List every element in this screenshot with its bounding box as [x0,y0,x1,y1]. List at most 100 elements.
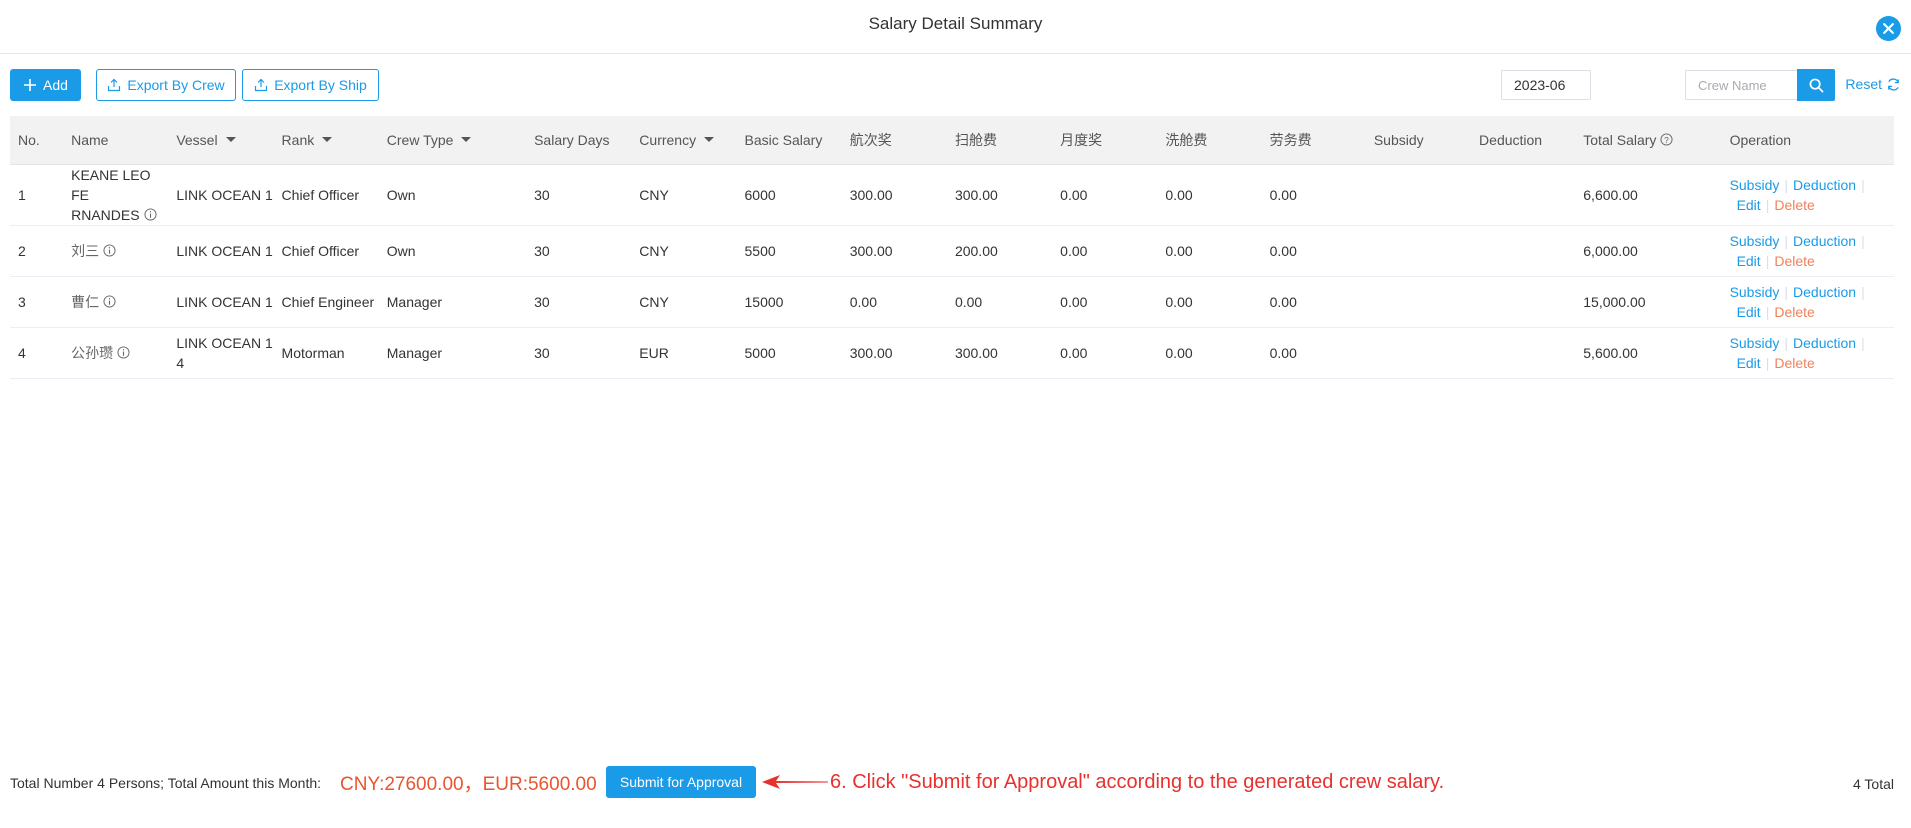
search-button[interactable] [1797,69,1835,101]
salary-table: No. Name Vessel Rank Crew Type Salary Da… [10,116,1894,379]
table-body: 1 KEANE LEO FE RNANDES LINK OCEAN 1 Chief Of… [10,164,1894,379]
submit-for-approval-button[interactable]: Submit for Approval [606,766,756,798]
edit-link[interactable]: Edit [1737,197,1761,213]
header-total-salary: Total Salary? [1575,116,1722,165]
subsidy-link[interactable]: Subsidy [1730,335,1780,351]
delete-link[interactable]: Delete [1774,197,1814,213]
header-operation: Operation [1721,116,1894,165]
separator: | [1861,283,1865,300]
delete-link[interactable]: Delete [1774,304,1814,320]
cell-name: 曹仁 [63,276,169,328]
deduction-link[interactable]: Deduction [1793,177,1856,193]
month-picker[interactable] [1501,70,1591,100]
refresh-icon [1888,77,1899,91]
cell-operation: Subsidy | Deduction | Edit | Delete [1721,276,1894,328]
cell-subsidy [1365,327,1472,379]
info-icon[interactable] [103,294,116,308]
cell-total-salary: 6,600.00 [1575,164,1722,226]
edit-link[interactable]: Edit [1737,253,1761,269]
cell-voyage-bonus: 300.00 [841,225,947,277]
separator: | [1784,283,1789,300]
cell-no: 4 [10,327,64,379]
delete-link[interactable]: Delete [1774,355,1814,371]
cell-voyage-bonus: 300.00 [841,327,947,379]
header-no: No. [10,116,64,165]
deduction-link[interactable]: Deduction [1793,284,1856,300]
cell-crew-type: Own [378,225,527,277]
export-by-ship-button[interactable]: Export By Ship [242,69,379,101]
export-by-crew-button[interactable]: Export By Crew [96,69,236,101]
separator: | [1765,252,1770,269]
cell-rank: Chief Engineer [273,276,379,328]
info-icon[interactable] [117,345,130,359]
cell-total-salary: 5,600.00 [1575,327,1722,379]
edit-link[interactable]: Edit [1737,355,1761,371]
header-crew-type[interactable]: Crew Type [378,116,527,165]
table-row: 2 刘三 LINK OCEAN 1 Chief Officer Own 30 CNY 5500… [10,225,1894,277]
cell-total-salary: 6,000.00 [1575,225,1722,277]
cell-basic-salary: 15000 [736,276,842,328]
arrow-left-icon [762,775,828,789]
cell-crew-type: Manager [378,327,527,379]
cell-vessel: LINK OCEAN 1 [168,225,274,277]
caret-down-icon [322,136,333,142]
upload-icon [108,78,121,92]
header-rank[interactable]: Rank [273,116,379,165]
table-header-row: No. Name Vessel Rank Crew Type Salary Da… [10,116,1894,165]
cell-no: 3 [10,276,64,328]
info-icon[interactable] [103,243,116,257]
add-button[interactable]: Add [10,69,81,101]
help-icon[interactable]: ? [1660,133,1673,146]
cell-deduction [1471,276,1576,328]
reset-label: Reset [1845,76,1882,92]
caret-down-icon [704,136,715,142]
cell-currency: CNY [631,164,737,226]
separator: | [1861,232,1865,249]
cell-rank: Motorman [273,327,379,379]
delete-link[interactable]: Delete [1774,253,1814,269]
table-row: 1 KEANE LEO FE RNANDES LINK OCEAN 1 Chief Of… [10,164,1894,226]
cell-currency: CNY [631,276,737,328]
cell-rank: Chief Officer [273,164,379,226]
cell-labor-fee: 0.00 [1261,327,1366,379]
cell-vessel: LINK OCEAN 1 [168,164,274,226]
cell-no: 1 [10,164,64,226]
cell-currency: CNY [631,225,737,277]
cell-cabin-fee: 300.00 [946,327,1053,379]
subsidy-link[interactable]: Subsidy [1730,233,1780,249]
cell-monthly-bonus: 0.00 [1052,164,1158,226]
header-voyage-bonus: 航次奖 [841,116,947,165]
subsidy-link[interactable]: Subsidy [1730,284,1780,300]
header-subsidy: Subsidy [1365,116,1472,165]
pagination-total: 4 Total [1853,776,1894,792]
export-by-ship-label: Export By Ship [274,77,367,93]
header-currency[interactable]: Currency [631,116,737,165]
reset-button[interactable]: Reset [1845,76,1901,92]
deduction-link[interactable]: Deduction [1793,233,1856,249]
cell-total-salary: 15,000.00 [1575,276,1722,328]
edit-link[interactable]: Edit [1737,304,1761,320]
separator: | [1861,334,1865,351]
cell-cabin-fee: 0.00 [946,276,1053,328]
cell-vessel: LINK OCEAN 1 [168,276,274,328]
search-icon [1809,78,1823,92]
cell-subsidy [1365,276,1472,328]
header-vessel[interactable]: Vessel [168,116,274,165]
info-icon[interactable] [144,207,157,221]
subsidy-link[interactable]: Subsidy [1730,177,1780,193]
cell-subsidy [1365,225,1472,277]
cell-operation: Subsidy | Deduction | Edit | Delete [1721,164,1894,226]
cell-name: KEANE LEO FE RNANDES [63,164,169,226]
close-button[interactable] [1876,16,1901,41]
separator: | [1784,232,1789,249]
cell-rank: Chief Officer [273,225,379,277]
cell-crew-type: Manager [378,276,527,328]
cell-monthly-bonus: 0.00 [1052,327,1158,379]
deduction-link[interactable]: Deduction [1793,335,1856,351]
dialog-title: Salary Detail Summary [868,14,1043,33]
header-labor-fee: 劳务费 [1261,116,1366,165]
tutorial-annotation: 6. Click "Submit for Approval" according… [830,771,1445,793]
cell-operation: Subsidy | Deduction | Edit | Delete [1721,327,1894,379]
cell-monthly-bonus: 0.00 [1052,276,1158,328]
crew-name-input[interactable] [1685,70,1797,100]
